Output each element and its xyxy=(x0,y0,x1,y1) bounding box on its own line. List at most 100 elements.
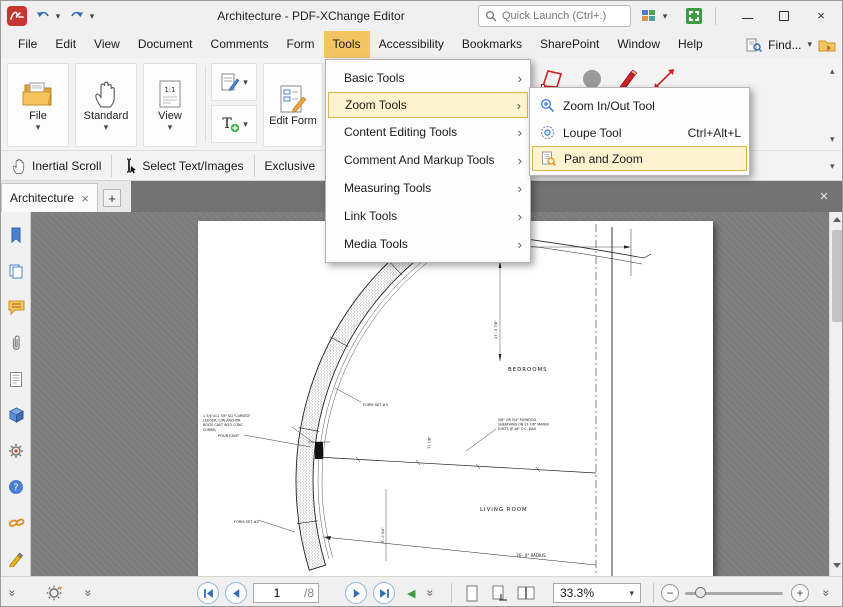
maximize-button[interactable] xyxy=(767,1,801,30)
menu-item-basic-tools[interactable]: Basic Tools› xyxy=(326,64,530,92)
exclusive-mode-button[interactable]: Exclusive xyxy=(261,157,320,175)
scroll-down-icon[interactable] xyxy=(833,563,841,568)
hand-icon xyxy=(11,157,27,175)
layers-panel-button[interactable] xyxy=(6,405,26,425)
signatures-panel-button[interactable] xyxy=(6,549,26,569)
first-page-button[interactable] xyxy=(197,577,219,607)
single-page-view-button[interactable] xyxy=(461,577,483,607)
zoom-slider-thumb[interactable] xyxy=(695,587,706,598)
redo-dropdown-caret-icon[interactable]: ▾ xyxy=(87,5,97,27)
links-panel-button[interactable] xyxy=(6,513,26,533)
menu-sharepoint[interactable]: SharePoint xyxy=(531,31,608,58)
menu-tools[interactable]: Tools xyxy=(324,31,370,58)
menu-item-pan-and-zoom[interactable]: Pan and Zoom xyxy=(532,146,747,171)
content-panel-button[interactable] xyxy=(6,369,26,389)
inertial-scroll-label: Inertial Scroll xyxy=(32,159,101,173)
page-number-box[interactable]: /8 xyxy=(253,583,319,603)
drawing-label-living-room: LIVING ROOM xyxy=(480,507,528,513)
toolbar-overflow-up-icon[interactable]: ▴ xyxy=(830,66,835,77)
zoom-in-button[interactable]: + xyxy=(791,577,809,607)
file-toolbar-button[interactable]: File ▾ xyxy=(7,63,69,147)
scroll-up-icon[interactable] xyxy=(833,217,841,222)
session-icon[interactable] xyxy=(639,5,659,27)
standard-toolbar-button[interactable]: Standard ▾ xyxy=(75,63,137,147)
last-page-button[interactable] xyxy=(373,577,395,607)
document-canvas[interactable]: BEDROOMS LIVING ROOM FORM SET #3 FORM SE… xyxy=(31,212,829,576)
statusbar-overflow-icon[interactable]: » xyxy=(823,577,830,607)
two-page-view-button[interactable] xyxy=(515,577,537,607)
zoom-out-button[interactable]: − xyxy=(661,577,679,607)
previous-view-button[interactable]: ◀ xyxy=(407,577,415,607)
file-button-label: File xyxy=(29,110,47,122)
pane-close-icon[interactable]: × xyxy=(814,186,834,206)
comments-panel-button[interactable] xyxy=(6,297,26,317)
menu-bar-right: Find... ▾ xyxy=(746,31,836,58)
find-caret-icon[interactable]: ▾ xyxy=(807,40,812,49)
menu-help[interactable]: Help xyxy=(669,31,712,58)
page-number-input[interactable] xyxy=(258,586,296,600)
menu-view[interactable]: View xyxy=(85,31,129,58)
menu-item-loupe-tool[interactable]: Loupe Tool Ctrl+Alt+L xyxy=(530,119,749,146)
drawing-label-pour-joint: POUR JOINT xyxy=(218,434,240,438)
tab-close-icon[interactable]: × xyxy=(81,191,89,206)
bookmarks-panel-button[interactable] xyxy=(6,225,26,245)
attachments-panel-button[interactable] xyxy=(6,333,26,353)
snap-view-button[interactable] xyxy=(489,577,511,607)
menu-item-zoom-in-out-tool[interactable]: Zoom In/Out Tool xyxy=(530,92,749,119)
menu-item-content-editing-tools[interactable]: Content Editing Tools› xyxy=(326,118,530,146)
menu-edit[interactable]: Edit xyxy=(46,31,85,58)
thumbnails-panel-button[interactable] xyxy=(6,261,26,281)
undo-dropdown-caret-icon[interactable]: ▾ xyxy=(53,5,63,27)
undo-button[interactable] xyxy=(33,5,53,27)
find-label[interactable]: Find... xyxy=(768,38,801,52)
view-toolbar-button[interactable]: 1:1 View ▾ xyxy=(143,63,197,147)
fullscreen-icon[interactable] xyxy=(683,5,705,27)
typewriter-tool-button[interactable]: ▾ xyxy=(211,63,257,101)
fields-panel-button[interactable] xyxy=(6,441,26,461)
menu-window[interactable]: Window xyxy=(608,31,669,58)
tab-architecture[interactable]: Architecture × xyxy=(1,183,98,212)
toolbar-overflow-down-icon[interactable]: ▾ xyxy=(830,134,835,145)
pdf-page[interactable]: BEDROOMS LIVING ROOM FORM SET #3 FORM SE… xyxy=(198,221,713,576)
next-page-button[interactable] xyxy=(345,577,367,607)
submenu-arrow-icon: › xyxy=(518,125,522,140)
menu-item-measuring-tools[interactable]: Measuring Tools› xyxy=(326,174,530,202)
add-text-tool-button[interactable]: T ▾ xyxy=(211,105,257,143)
close-button[interactable]: × xyxy=(804,1,838,30)
menu-item-media-tools[interactable]: Media Tools› xyxy=(326,230,530,258)
drawing-label-form-set-3: FORM SET #3 xyxy=(363,403,388,407)
quick-launch-input[interactable] xyxy=(502,10,622,22)
toolbar2-overflow-down-icon[interactable]: ▾ xyxy=(830,161,835,172)
menu-form[interactable]: Form xyxy=(278,31,324,58)
menu-comments[interactable]: Comments xyxy=(202,31,278,58)
menu-item-comment-markup-tools[interactable]: Comment And Markup Tools› xyxy=(326,146,530,174)
edit-form-toolbar-button[interactable]: Edit Form xyxy=(263,63,323,147)
inertial-scroll-button[interactable]: Inertial Scroll xyxy=(7,155,105,177)
vertical-scrollbar[interactable] xyxy=(829,212,843,576)
menu-bookmarks[interactable]: Bookmarks xyxy=(453,31,531,58)
minimize-button[interactable] xyxy=(730,1,764,30)
svg-text:BOLTS CAST INTO CONC: BOLTS CAST INTO CONC xyxy=(203,423,244,427)
menu-accessibility[interactable]: Accessibility xyxy=(370,31,453,58)
panel-expander2-icon[interactable]: » xyxy=(85,577,92,607)
export-folder-icon[interactable] xyxy=(818,37,836,53)
destinations-panel-button[interactable]: ? xyxy=(6,477,26,497)
session-caret-icon[interactable]: ▾ xyxy=(660,5,670,27)
scrollbar-thumb[interactable] xyxy=(832,230,843,322)
panel-expander-icon[interactable]: » xyxy=(9,577,16,607)
menu-item-link-tools[interactable]: Link Tools› xyxy=(326,202,530,230)
redo-button[interactable] xyxy=(67,5,87,27)
status-settings-button[interactable] xyxy=(45,577,63,607)
zoom-level-combo[interactable]: 33.3% ▾ xyxy=(553,583,641,603)
svg-text:JOISTS @ 16" O.C. MAX: JOISTS @ 16" O.C. MAX xyxy=(497,427,537,431)
menu-file[interactable]: File xyxy=(9,31,46,58)
nav-overflow-icon[interactable]: » xyxy=(427,577,434,607)
new-tab-button[interactable]: + xyxy=(103,189,121,207)
quick-launch-box[interactable] xyxy=(478,5,631,27)
zoom-caret-icon[interactable]: ▾ xyxy=(629,589,634,598)
menu-item-zoom-tools[interactable]: Zoom Tools› xyxy=(328,92,528,118)
select-text-images-button[interactable]: Select Text/Images xyxy=(118,155,247,177)
previous-page-button[interactable] xyxy=(225,577,247,607)
menu-document[interactable]: Document xyxy=(129,31,202,58)
drawing-label-radius: 16'- 0" RADIUS xyxy=(516,553,546,558)
